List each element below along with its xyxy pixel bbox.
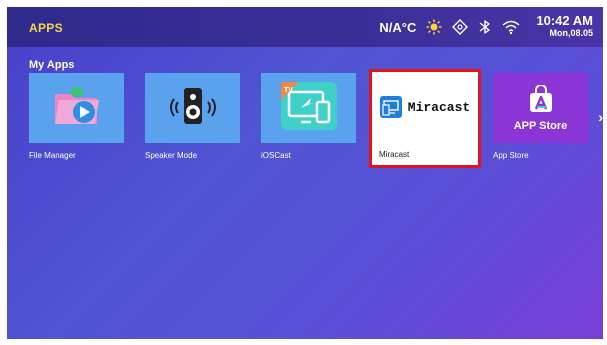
app-label: iOSCast bbox=[261, 151, 291, 160]
top-bar: APPS N/A°C 10:42 AM Mon,08.05 bbox=[7, 7, 603, 47]
ioscast-icon: TV bbox=[277, 78, 341, 139]
miracast-tile-text: Miracast bbox=[407, 99, 471, 115]
app-store-tile-text: APP Store bbox=[513, 119, 568, 132]
app-label: App Store bbox=[493, 151, 529, 160]
status-bar: N/A°C 10:42 AM Mon,08.05 bbox=[379, 13, 593, 41]
chevron-right-icon[interactable]: › bbox=[598, 109, 603, 125]
app-app-store[interactable]: APP Store App Store bbox=[493, 73, 588, 166]
bluetooth-icon bbox=[478, 19, 492, 35]
app-store-icon bbox=[528, 83, 554, 118]
speaker-icon bbox=[163, 82, 223, 135]
app-label: Miracast bbox=[379, 150, 410, 159]
app-miracast[interactable]: Miracast Miracast bbox=[372, 72, 478, 165]
clock: 10:42 AM Mon,08.05 bbox=[536, 13, 593, 39]
app-label: File Manager bbox=[29, 151, 76, 160]
section-title: My Apps bbox=[29, 59, 75, 71]
time: 10:42 AM bbox=[536, 13, 593, 28]
tv-badge: TV bbox=[284, 87, 293, 94]
wifi-icon bbox=[502, 19, 520, 35]
miracast-icon: Miracast bbox=[379, 96, 471, 118]
app-tile[interactable]: TV bbox=[261, 73, 356, 143]
file-manager-icon bbox=[49, 82, 105, 135]
app-tile[interactable] bbox=[145, 73, 240, 143]
temperature: N/A°C bbox=[379, 19, 417, 35]
screen: APPS N/A°C 10:42 AM Mon,08.05 My Apps Fi… bbox=[7, 7, 603, 339]
sun-icon bbox=[426, 19, 442, 35]
date: Mon,08.05 bbox=[549, 28, 593, 38]
network-icon bbox=[452, 19, 469, 35]
app-tile[interactable]: Miracast bbox=[372, 72, 478, 142]
page-title: APPS bbox=[29, 21, 63, 35]
app-tile[interactable]: APP Store bbox=[493, 73, 588, 143]
app-tile[interactable] bbox=[29, 73, 124, 143]
app-ioscast[interactable]: TV iOSCast bbox=[261, 73, 356, 166]
app-row: File Manager Speaker Mode TV iOSCast Mir… bbox=[29, 72, 603, 169]
app-speaker-mode[interactable]: Speaker Mode bbox=[145, 73, 240, 166]
app-file-manager[interactable]: File Manager bbox=[29, 73, 124, 166]
app-label: Speaker Mode bbox=[145, 151, 198, 160]
